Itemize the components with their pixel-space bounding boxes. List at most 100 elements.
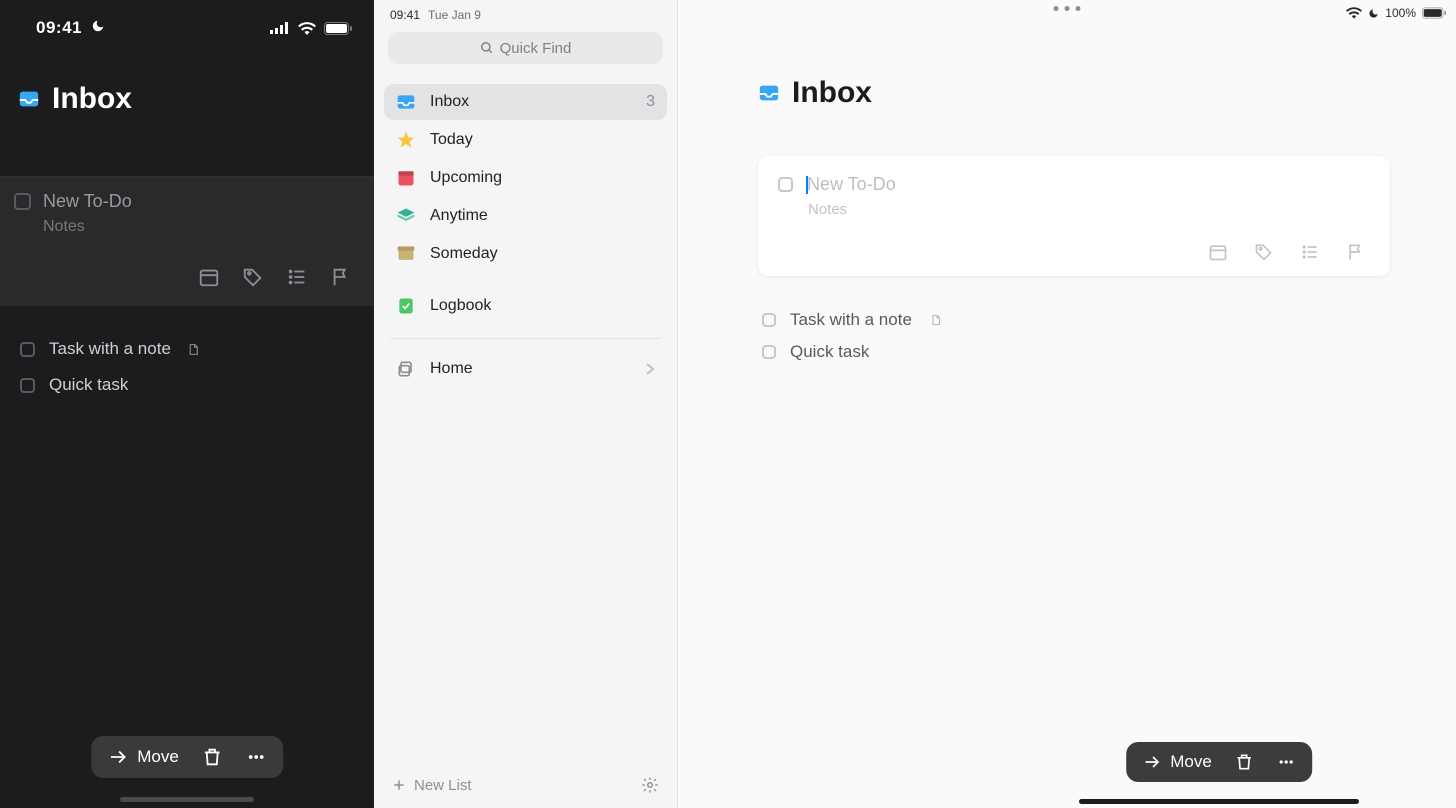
task-checkbox[interactable] bbox=[762, 313, 776, 327]
calendar-icon[interactable] bbox=[198, 266, 220, 288]
ipad-home-indicator[interactable] bbox=[1079, 799, 1359, 804]
more-button[interactable] bbox=[1276, 752, 1296, 772]
task-row[interactable]: Quick task bbox=[758, 336, 1390, 368]
sidebar-item-label: Logbook bbox=[430, 297, 491, 315]
ipad-screen: 09:41 Tue Jan 9 Quick Find Inbox 3 Today… bbox=[374, 0, 1456, 808]
status-clock: 09:41 bbox=[36, 18, 82, 37]
sidebar-item-inbox[interactable]: Inbox 3 bbox=[384, 84, 667, 120]
sidebar-footer: New List bbox=[392, 776, 659, 794]
sidebar-item-anytime[interactable]: Anytime bbox=[384, 198, 667, 234]
ipad-new-todo-card[interactable]: New To-Do Notes bbox=[758, 156, 1390, 276]
move-label: Move bbox=[1170, 752, 1212, 772]
new-list-label: New List bbox=[414, 777, 472, 794]
iphone-action-bar: Move bbox=[91, 736, 283, 778]
move-label: Move bbox=[137, 747, 179, 767]
iphone-page-title: Inbox bbox=[0, 46, 374, 176]
arrow-right-icon bbox=[107, 746, 129, 768]
inbox-icon bbox=[758, 82, 780, 104]
move-button[interactable]: Move bbox=[107, 746, 179, 768]
iphone-time: 09:41 bbox=[36, 18, 105, 38]
note-attached-icon bbox=[930, 314, 942, 326]
new-list-button[interactable]: New List bbox=[392, 777, 472, 794]
tag-icon[interactable] bbox=[1254, 242, 1274, 262]
status-date: Tue Jan 9 bbox=[428, 8, 481, 22]
page-title-text: Inbox bbox=[792, 76, 872, 110]
sidebar-item-today[interactable]: Today bbox=[384, 122, 667, 158]
sidebar-area-home[interactable]: Home bbox=[384, 351, 667, 387]
wifi-icon bbox=[298, 22, 316, 35]
iphone-task-list: Task with a note Quick task bbox=[0, 307, 374, 403]
sidebar-item-label: Upcoming bbox=[430, 169, 502, 187]
multitask-dots-icon[interactable] bbox=[1054, 6, 1081, 11]
task-label: Task with a note bbox=[790, 310, 912, 330]
flag-icon[interactable] bbox=[1346, 242, 1366, 262]
flag-icon[interactable] bbox=[330, 266, 352, 288]
task-checkbox[interactable] bbox=[762, 345, 776, 359]
task-row[interactable]: Quick task bbox=[0, 367, 374, 403]
todo-checkbox[interactable] bbox=[14, 193, 31, 210]
ipad-page-title: Inbox bbox=[758, 76, 1390, 110]
sidebar-item-label: Inbox bbox=[430, 93, 469, 111]
settings-button[interactable] bbox=[641, 776, 659, 794]
todo-card-actions bbox=[14, 236, 360, 292]
calendar-icon bbox=[396, 168, 416, 188]
more-button[interactable] bbox=[245, 746, 267, 768]
sidebar-separator bbox=[390, 338, 661, 339]
search-input[interactable]: Quick Find bbox=[388, 32, 663, 64]
ipad-status-bar-left: 09:41 Tue Jan 9 bbox=[384, 6, 667, 32]
ipad-top-bar: 100% bbox=[678, 0, 1456, 22]
wifi-icon bbox=[1346, 7, 1362, 19]
sidebar-item-count: 3 bbox=[646, 93, 655, 111]
ipad-task-list: Task with a note Quick task bbox=[758, 304, 1390, 368]
task-label: Quick task bbox=[49, 375, 128, 395]
calendar-icon[interactable] bbox=[1208, 242, 1228, 262]
move-button[interactable]: Move bbox=[1142, 752, 1212, 772]
battery-icon bbox=[1422, 7, 1446, 19]
iphone-status-right bbox=[270, 22, 352, 35]
sidebar-item-someday[interactable]: Someday bbox=[384, 236, 667, 272]
todo-card-actions bbox=[778, 218, 1370, 262]
sidebar-item-logbook[interactable]: Logbook bbox=[384, 288, 667, 324]
todo-title-input[interactable]: New To-Do bbox=[807, 174, 896, 195]
task-label: Task with a note bbox=[49, 339, 171, 359]
plus-icon bbox=[392, 778, 406, 792]
checklist-icon[interactable] bbox=[1300, 242, 1320, 262]
task-checkbox[interactable] bbox=[20, 342, 35, 357]
checklist-icon[interactable] bbox=[286, 266, 308, 288]
star-icon bbox=[396, 130, 416, 150]
layers-icon bbox=[396, 206, 416, 226]
chevron-right-icon bbox=[645, 362, 655, 376]
inbox-icon bbox=[396, 92, 416, 112]
page-title-text: Inbox bbox=[52, 82, 132, 116]
task-row[interactable]: Task with a note bbox=[0, 331, 374, 367]
battery-icon bbox=[324, 22, 352, 35]
sidebar-item-label: Anytime bbox=[430, 207, 488, 225]
trash-button[interactable] bbox=[1234, 752, 1254, 772]
ipad-main: 100% Inbox New To-Do Notes bbox=[678, 0, 1456, 808]
search-placeholder: Quick Find bbox=[500, 40, 572, 57]
iphone-new-todo-card[interactable]: New To-Do Notes bbox=[0, 176, 374, 307]
todo-notes-input[interactable]: Notes bbox=[808, 201, 1370, 218]
trash-button[interactable] bbox=[201, 746, 223, 768]
todo-title-input[interactable]: New To-Do bbox=[43, 191, 132, 212]
sidebar-item-label: Home bbox=[430, 360, 473, 378]
tag-icon[interactable] bbox=[242, 266, 264, 288]
ipad-content: Inbox New To-Do Notes Task with bbox=[678, 22, 1456, 368]
battery-pct-label: 100% bbox=[1385, 6, 1416, 20]
signal-icon bbox=[270, 22, 290, 34]
status-clock: 09:41 bbox=[390, 8, 420, 22]
search-icon bbox=[480, 41, 494, 55]
todo-notes-input[interactable]: Notes bbox=[43, 218, 360, 236]
iphone-status-bar: 09:41 bbox=[0, 0, 374, 46]
sidebar-item-label: Today bbox=[430, 131, 473, 149]
iphone-home-indicator[interactable] bbox=[120, 797, 254, 802]
todo-checkbox[interactable] bbox=[778, 177, 793, 192]
sidebar-item-label: Someday bbox=[430, 245, 498, 263]
iphone-screen: 09:41 Inbox New To-Do Notes bbox=[0, 0, 374, 808]
moon-icon bbox=[91, 19, 105, 33]
task-checkbox[interactable] bbox=[20, 378, 35, 393]
area-icon bbox=[396, 359, 416, 379]
ipad-status-bar-right: 100% bbox=[1346, 6, 1446, 20]
task-row[interactable]: Task with a note bbox=[758, 304, 1390, 336]
sidebar-item-upcoming[interactable]: Upcoming bbox=[384, 160, 667, 196]
